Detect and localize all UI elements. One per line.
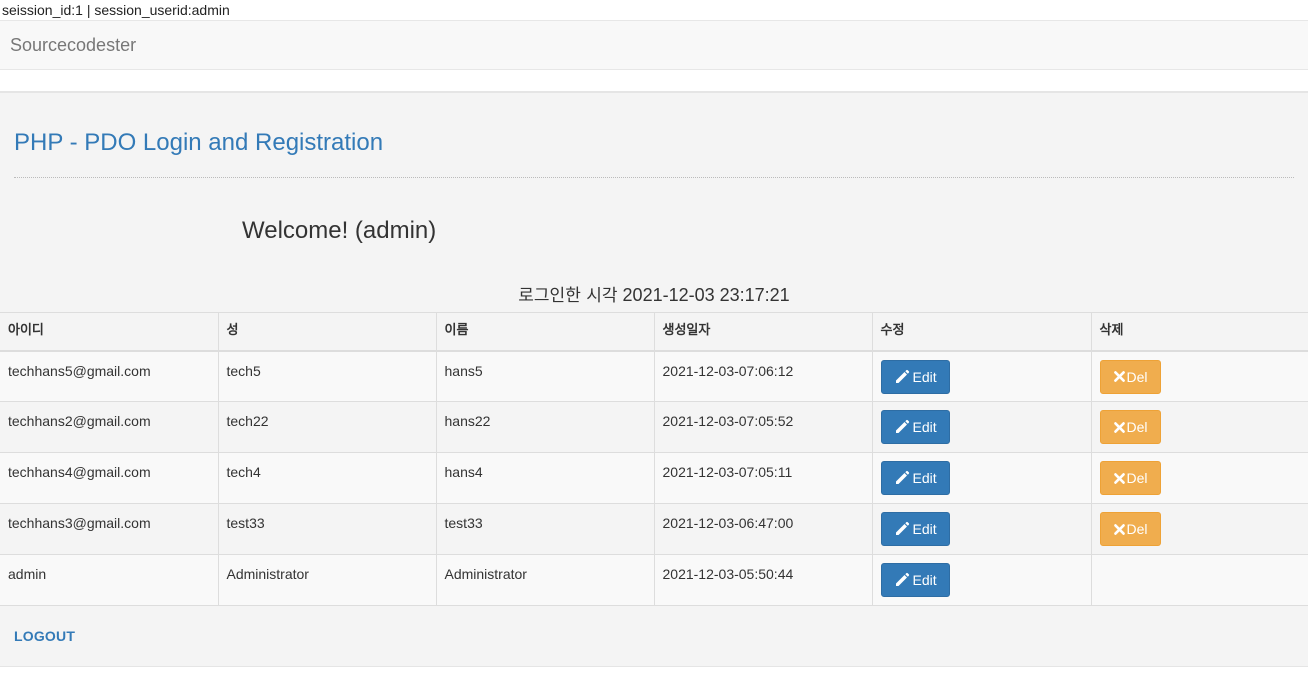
cell-first-name: test33 [436, 503, 655, 555]
cell-created: 2021-12-03-07:06:12 [654, 350, 873, 402]
pencil-icon [895, 419, 909, 433]
welcome-message: Welcome! (admin) [242, 217, 437, 244]
column-header-delete: 삭제 [1091, 312, 1308, 352]
table-row: techhans4@gmail.com tech4 hans4 2021-12-… [0, 452, 1308, 504]
delete-button-label: Del [1126, 470, 1148, 486]
cell-delete [1091, 554, 1308, 606]
cell-first-name: hans4 [436, 452, 655, 504]
edit-button-label: Edit [912, 521, 937, 537]
cell-edit: Edit [872, 452, 1092, 504]
cell-id: admin [0, 554, 219, 606]
delete-button-label: Del [1126, 368, 1148, 385]
navbar-brand[interactable]: Sourcecodester [10, 35, 136, 56]
edit-button-label: Edit [912, 572, 937, 588]
session-info: seission_id:1 | session_userid:admin [2, 2, 230, 18]
delete-button-label: Del [1126, 521, 1148, 537]
cell-first-name: Administrator [436, 554, 655, 606]
cell-created: 2021-12-03-07:05:11 [654, 452, 873, 504]
column-header-first-name: 이름 [436, 312, 655, 352]
delete-button[interactable]: Del [1099, 461, 1161, 495]
cell-edit: Edit [872, 503, 1092, 555]
table-row: admin Administrator Administrator 2021-1… [0, 554, 1308, 606]
footer-divider [0, 666, 1308, 667]
pencil-icon [895, 369, 909, 383]
navbar: Sourcecodester [0, 20, 1308, 70]
cell-delete: Del [1091, 452, 1308, 504]
edit-button[interactable]: Edit [880, 461, 950, 495]
edit-button[interactable]: Edit [880, 410, 950, 444]
cell-created: 2021-12-03-07:05:52 [654, 401, 873, 453]
column-header-edit: 수정 [872, 312, 1092, 352]
column-header-created: 생성일자 [654, 312, 873, 352]
delete-button[interactable]: Del [1099, 410, 1161, 444]
cell-created: 2021-12-03-06:47:00 [654, 503, 873, 555]
pencil-icon [895, 572, 909, 586]
cell-id: techhans5@gmail.com [0, 350, 219, 402]
edit-button-label: Edit [912, 470, 937, 486]
remove-x-icon [1113, 371, 1125, 382]
remove-x-icon [1113, 421, 1125, 433]
cell-last-name: tech5 [218, 350, 437, 402]
cell-first-name: hans5 [436, 350, 655, 402]
remove-x-icon [1113, 472, 1125, 484]
remove-x-icon [1113, 523, 1125, 535]
users-table: 아이디 성 이름 생성일자 수정 삭제 techhans5@gmail.com … [0, 312, 1308, 606]
delete-button[interactable]: Del [1099, 512, 1161, 546]
main-content: PHP - PDO Login and Registration Welcome… [0, 91, 1308, 667]
cell-delete: Del [1091, 503, 1308, 555]
table-header-row: 아이디 성 이름 생성일자 수정 삭제 [0, 312, 1308, 352]
table-row: techhans5@gmail.com tech5 hans5 2021-12-… [0, 350, 1308, 402]
cell-first-name: hans22 [436, 401, 655, 453]
pencil-icon [895, 470, 909, 484]
table-row: techhans3@gmail.com test33 test33 2021-1… [0, 503, 1308, 555]
cell-last-name: tech4 [218, 452, 437, 504]
login-time: 로그인한 시각 2021-12-03 23:17:21 [0, 281, 1308, 306]
edit-button-label: Edit [912, 368, 937, 385]
pencil-icon [895, 521, 909, 535]
edit-button[interactable]: Edit [880, 359, 950, 394]
cell-last-name: Administrator [218, 554, 437, 606]
edit-button[interactable]: Edit [880, 563, 950, 597]
cell-edit: Edit [872, 401, 1092, 453]
column-header-last-name: 성 [218, 312, 437, 352]
cell-delete: Del [1091, 350, 1308, 402]
cell-id: techhans4@gmail.com [0, 452, 219, 504]
cell-edit: Edit [872, 350, 1092, 402]
logout-link[interactable]: LOGOUT [14, 628, 75, 644]
page-title: PHP - PDO Login and Registration [14, 129, 384, 156]
column-header-id: 아이디 [0, 312, 219, 352]
cell-created: 2021-12-03-05:50:44 [654, 554, 873, 606]
edit-button[interactable]: Edit [880, 512, 950, 546]
cell-last-name: test33 [218, 503, 437, 555]
cell-id: techhans2@gmail.com [0, 401, 219, 453]
title-divider [14, 177, 1294, 178]
cell-edit: Edit [872, 554, 1092, 606]
cell-id: techhans3@gmail.com [0, 503, 219, 555]
cell-last-name: tech22 [218, 401, 437, 453]
delete-button-label: Del [1126, 419, 1148, 435]
login-time-label: 로그인한 시각 [518, 286, 618, 306]
delete-button[interactable]: Del [1099, 359, 1161, 394]
login-time-value: 2021-12-03 23:17:21 [622, 285, 790, 305]
cell-delete: Del [1091, 401, 1308, 453]
edit-button-label: Edit [912, 419, 937, 435]
table-row: techhans2@gmail.com tech22 hans22 2021-1… [0, 401, 1308, 453]
